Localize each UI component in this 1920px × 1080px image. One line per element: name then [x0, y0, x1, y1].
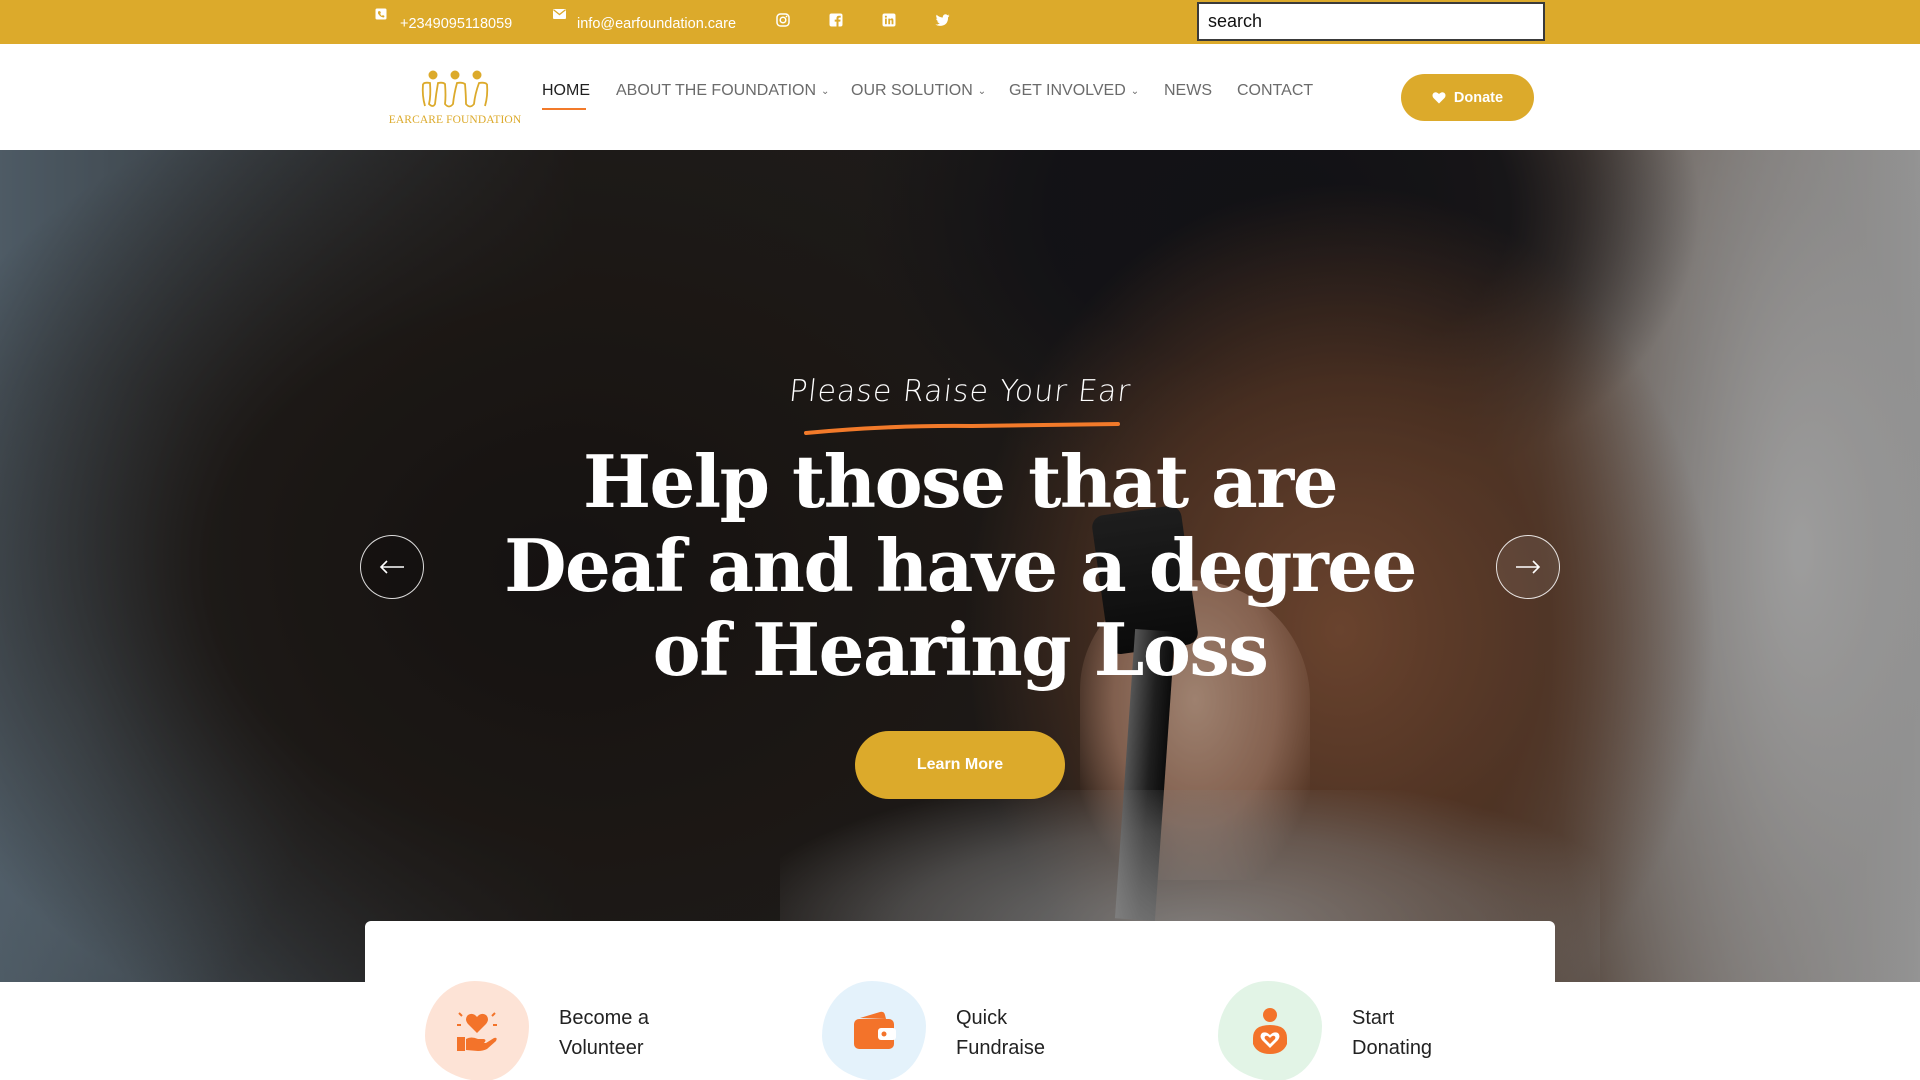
- logo-figures-icon: [421, 70, 489, 108]
- donate-button[interactable]: Donate: [1401, 74, 1534, 121]
- person-heart-icon: [1253, 1008, 1287, 1054]
- nav-get-involved[interactable]: GET INVOLVED ⌄: [1009, 82, 1139, 100]
- linkedin-icon[interactable]: [881, 12, 897, 28]
- nav-our-solution[interactable]: OUR SOLUTION ⌄: [851, 82, 986, 100]
- card-icon-blob[interactable]: [1218, 981, 1322, 1080]
- search-input[interactable]: [1197, 2, 1545, 41]
- card-label-line: Fundraise: [956, 1037, 1045, 1059]
- card-label-line: Become a: [559, 1007, 650, 1029]
- nav-home[interactable]: HOME: [542, 82, 590, 100]
- donate-label: Donate: [1453, 89, 1504, 106]
- card-label-line: Volunteer: [559, 1037, 644, 1059]
- learn-more-button[interactable]: Learn More: [855, 731, 1065, 799]
- nav-news[interactable]: NEWS: [1164, 82, 1212, 100]
- twitter-icon[interactable]: [934, 12, 950, 28]
- hero-title-line: Deaf and have a degree: [504, 523, 1417, 608]
- slider-prev-button[interactable]: [360, 535, 424, 599]
- nav-get-involved-label: GET INVOLVED: [1009, 82, 1126, 99]
- nav-about[interactable]: ABOUT THE FOUNDATION ⌄: [616, 82, 829, 100]
- nav-active-underline: [542, 108, 586, 110]
- card-label[interactable]: Become a Volunteer: [559, 1003, 759, 1063]
- slider-next-button[interactable]: [1496, 535, 1560, 599]
- hero-subtitle: Please Raise Your Ear: [787, 374, 1133, 409]
- site-header: EARCARE FOUNDATION HOME ABOUT THE FOUNDA…: [0, 44, 1920, 150]
- arrow-left-icon: [379, 560, 404, 574]
- facebook-icon[interactable]: [828, 12, 844, 28]
- hero-title: Help those that are Deaf and have a degr…: [460, 440, 1460, 692]
- contact-email[interactable]: info@earfoundation.care: [553, 0, 736, 44]
- chevron-down-icon: ⌄: [1130, 85, 1140, 97]
- subtitle-swash-decoration: [804, 422, 1120, 435]
- card-label[interactable]: Start Donating: [1352, 1003, 1552, 1063]
- nav-news-label: NEWS: [1164, 82, 1212, 99]
- hero-slider: Please Raise Your Ear Help those that ar…: [0, 150, 1920, 982]
- card-label-line: Quick: [956, 1007, 1008, 1029]
- hero-title-line: Help those that are: [582, 439, 1339, 524]
- card-label-line: Donating: [1352, 1037, 1433, 1059]
- card-label[interactable]: Quick Fundraise: [956, 1003, 1156, 1063]
- contact-phone[interactable]: +2349095118059: [375, 0, 512, 44]
- hero-title-line: of Hearing Loss: [652, 607, 1269, 692]
- nav-our-solution-label: OUR SOLUTION: [851, 82, 973, 99]
- card-icon-blob[interactable]: [822, 981, 926, 1080]
- volunteer-heart-hand-icon: [457, 1012, 497, 1051]
- envelope-icon: [553, 9, 566, 19]
- quick-actions-panel: Become a Volunteer Quick Fundraise Start…: [365, 921, 1555, 1080]
- nav-contact[interactable]: CONTACT: [1237, 82, 1313, 100]
- phone-icon: [375, 8, 387, 20]
- logo-text: EARCARE FOUNDATION: [388, 114, 522, 126]
- phone-number[interactable]: +2349095118059: [400, 16, 512, 32]
- nav-contact-label: CONTACT: [1237, 82, 1314, 99]
- nav-about-label: ABOUT THE FOUNDATION: [616, 82, 817, 99]
- heart-icon: [1432, 92, 1446, 104]
- instagram-icon[interactable]: [775, 12, 791, 28]
- wallet-icon: [854, 1011, 896, 1049]
- top-bar: +2349095118059 info@earfoundation.care: [0, 0, 1920, 44]
- chevron-down-icon: ⌄: [821, 85, 830, 97]
- arrow-right-icon: [1516, 560, 1541, 574]
- email-address[interactable]: info@earfoundation.care: [577, 16, 736, 32]
- nav-home-label: HOME: [542, 82, 590, 99]
- card-label-line: Start: [1352, 1007, 1395, 1029]
- chevron-down-icon: ⌄: [977, 85, 987, 97]
- site-logo[interactable]: EARCARE FOUNDATION: [385, 66, 525, 136]
- card-icon-blob[interactable]: [425, 981, 529, 1080]
